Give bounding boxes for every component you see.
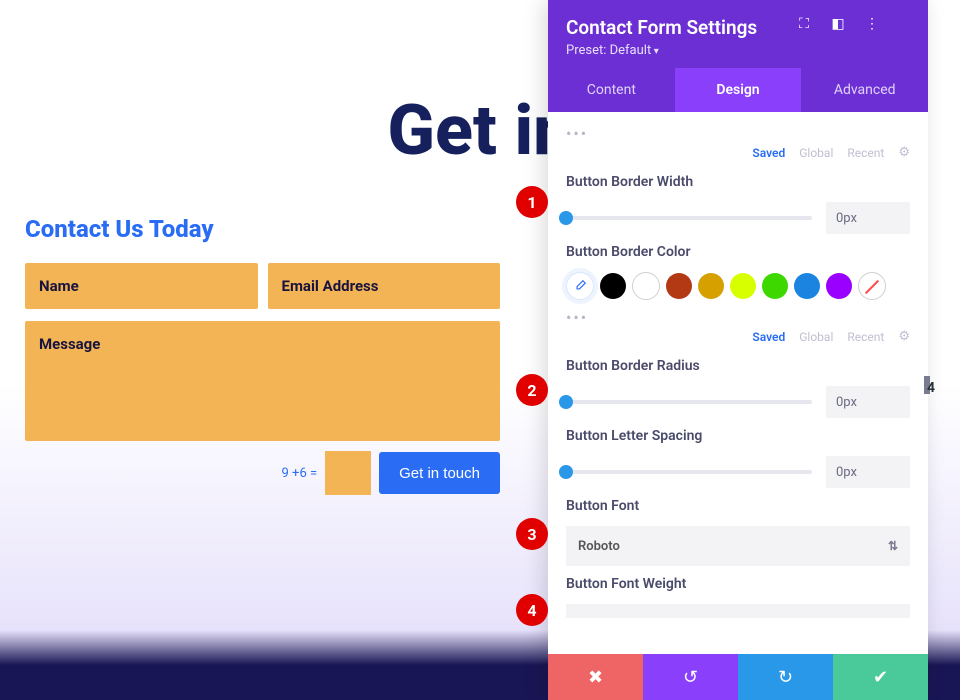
border-radius-slider[interactable] bbox=[566, 400, 812, 404]
preset-selector[interactable]: Preset: Default bbox=[566, 43, 659, 58]
drag-dots-icon[interactable]: ••• bbox=[566, 124, 910, 143]
form-heading: Contact Us Today bbox=[25, 215, 500, 243]
font-select-value: Roboto bbox=[578, 539, 620, 554]
tab-advanced[interactable]: Advanced bbox=[801, 68, 928, 112]
font-weight-select[interactable]: Medium ⇅ bbox=[566, 604, 910, 618]
email-input[interactable] bbox=[268, 263, 501, 309]
settings-panel: ⛶ ◧ ⋮ Contact Form Settings Preset: Defa… bbox=[548, 0, 928, 700]
gear-icon[interactable]: ⚙ bbox=[898, 145, 910, 160]
more-icon[interactable]: ⋮ bbox=[864, 16, 880, 32]
history-global[interactable]: Global bbox=[799, 146, 833, 160]
history-row-2: Saved Global Recent ⚙ bbox=[566, 329, 910, 344]
letter-spacing-slider-row: 0px bbox=[566, 456, 910, 488]
border-width-slider-row: 0px bbox=[566, 202, 910, 234]
letter-spacing-label: Button Letter Spacing bbox=[566, 428, 910, 444]
chevron-updown-icon: ⇅ bbox=[888, 539, 898, 553]
submit-button[interactable]: Get in touch bbox=[379, 452, 500, 494]
tab-design[interactable]: Design bbox=[675, 68, 802, 112]
callout-1: 1 bbox=[516, 186, 548, 218]
slider-thumb-icon[interactable] bbox=[559, 395, 573, 409]
captcha-label: 9 +6 = bbox=[282, 466, 318, 481]
border-radius-value[interactable]: 0px bbox=[826, 386, 910, 418]
border-width-slider[interactable] bbox=[566, 216, 812, 220]
message-input[interactable] bbox=[25, 321, 500, 441]
drag-dots-icon-2[interactable]: ••• bbox=[566, 308, 910, 327]
side-number: 4 bbox=[927, 380, 935, 396]
swatch-purple[interactable] bbox=[826, 273, 852, 299]
cancel-button[interactable]: ✖ bbox=[548, 654, 643, 700]
undo-icon: ↺ bbox=[683, 667, 698, 688]
letter-spacing-value[interactable]: 0px bbox=[826, 456, 910, 488]
swatch-none[interactable] bbox=[858, 272, 886, 300]
font-weight-value: Medium bbox=[578, 617, 626, 619]
submit-row: 9 +6 = Get in touch bbox=[25, 451, 500, 495]
swatch-black[interactable] bbox=[600, 273, 626, 299]
callout-2: 2 bbox=[516, 374, 548, 406]
name-email-row bbox=[25, 263, 500, 309]
redo-icon: ↻ bbox=[778, 667, 793, 688]
panel-body[interactable]: ••• Saved Global Recent ⚙ Button Border … bbox=[548, 112, 928, 618]
eyedropper-button[interactable] bbox=[566, 272, 594, 300]
font-weight-label: Button Font Weight bbox=[566, 576, 910, 592]
border-width-label: Button Border Width bbox=[566, 174, 910, 190]
expand-icon[interactable]: ⛶ bbox=[796, 16, 812, 32]
panel-header: ⛶ ◧ ⋮ Contact Form Settings Preset: Defa… bbox=[548, 0, 928, 68]
chevron-updown-icon: ⇅ bbox=[888, 617, 898, 618]
history-global-2[interactable]: Global bbox=[799, 330, 833, 344]
swatch-brown[interactable] bbox=[666, 273, 692, 299]
slider-thumb-icon[interactable] bbox=[559, 465, 573, 479]
tab-content[interactable]: Content bbox=[548, 68, 675, 112]
panel-tabs: Content Design Advanced bbox=[548, 68, 928, 112]
history-recent-2[interactable]: Recent bbox=[847, 330, 884, 344]
captcha-input[interactable] bbox=[325, 451, 371, 495]
check-icon: ✔ bbox=[873, 667, 888, 688]
redo-button[interactable]: ↻ bbox=[738, 654, 833, 700]
confirm-button[interactable]: ✔ bbox=[833, 654, 928, 700]
swatch-gold[interactable] bbox=[698, 273, 724, 299]
history-saved-2[interactable]: Saved bbox=[752, 330, 785, 344]
panel-footer: ✖ ↺ ↻ ✔ bbox=[548, 654, 928, 700]
snap-icon[interactable]: ◧ bbox=[830, 16, 846, 32]
border-radius-label: Button Border Radius bbox=[566, 358, 910, 374]
page: Get in Contact Us Today 9 +6 = Get in to… bbox=[0, 0, 960, 700]
border-color-label: Button Border Color bbox=[566, 244, 910, 260]
gear-icon-2[interactable]: ⚙ bbox=[898, 329, 910, 344]
letter-spacing-slider[interactable] bbox=[566, 470, 812, 474]
swatch-green[interactable] bbox=[762, 273, 788, 299]
history-recent[interactable]: Recent bbox=[847, 146, 884, 160]
border-radius-slider-row: 0px bbox=[566, 386, 910, 418]
contact-form: Contact Us Today 9 +6 = Get in touch bbox=[25, 215, 500, 495]
swatch-blue[interactable] bbox=[794, 273, 820, 299]
eyedropper-icon bbox=[573, 279, 587, 293]
font-label: Button Font bbox=[566, 498, 910, 514]
font-select[interactable]: Roboto ⇅ bbox=[566, 526, 910, 566]
undo-button[interactable]: ↺ bbox=[643, 654, 738, 700]
close-icon: ✖ bbox=[588, 667, 603, 688]
swatch-white[interactable] bbox=[632, 272, 660, 300]
callout-4: 4 bbox=[516, 594, 548, 626]
callout-3: 3 bbox=[516, 518, 548, 550]
color-swatches bbox=[566, 272, 910, 300]
border-width-value[interactable]: 0px bbox=[826, 202, 910, 234]
swatch-lime[interactable] bbox=[730, 273, 756, 299]
header-icons: ⛶ ◧ ⋮ bbox=[796, 16, 880, 32]
slider-thumb-icon[interactable] bbox=[559, 211, 573, 225]
history-row-1: Saved Global Recent ⚙ bbox=[566, 145, 910, 160]
history-saved[interactable]: Saved bbox=[752, 146, 785, 160]
name-input[interactable] bbox=[25, 263, 258, 309]
